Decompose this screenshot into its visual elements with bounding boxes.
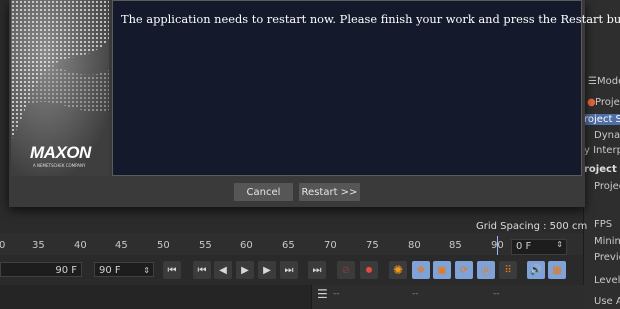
ruler-tick-label: 55 bbox=[199, 240, 212, 251]
stepper-icon[interactable]: ⇕ bbox=[143, 263, 150, 278]
restart-dialog: MAXON A NEMETSCHEK COMPANY The applicati… bbox=[9, 0, 620, 207]
current-frame-value: 0 F bbox=[516, 241, 532, 252]
attr-tab-project[interactable]: Project bbox=[595, 97, 620, 108]
attr-tab-dynamics[interactable]: Dynam bbox=[594, 130, 620, 141]
coord-placeholder: -- bbox=[493, 289, 500, 299]
playhead[interactable] bbox=[497, 236, 498, 257]
ruler-tick-label: 65 bbox=[282, 240, 295, 251]
sound-button[interactable]: 🔊 bbox=[527, 261, 545, 279]
attr-preview-label: Previe bbox=[594, 252, 620, 263]
restart-button[interactable]: Restart >> bbox=[299, 183, 360, 201]
mode-menu-icon[interactable]: ☰ bbox=[588, 76, 597, 87]
attr-level-label: Level o bbox=[594, 275, 620, 286]
keyframe-selection-button[interactable]: ✺ bbox=[389, 261, 407, 279]
current-frame-field[interactable]: 0 F ⇕ bbox=[511, 239, 567, 255]
menu-icon[interactable]: ☰ bbox=[317, 287, 328, 301]
previous-frame-button[interactable]: ◀ bbox=[214, 261, 232, 279]
restart-message: The application needs to restart now. Pl… bbox=[121, 12, 620, 26]
record-parameter-button[interactable]: Ⓟ bbox=[477, 261, 495, 279]
go-to-end-button[interactable]: ⏭ bbox=[308, 261, 326, 279]
maxon-logo-text: MAXON bbox=[30, 143, 91, 162]
record-pla-button[interactable]: ⠿ bbox=[499, 261, 517, 279]
attr-use-animation-label: Use An bbox=[594, 296, 620, 307]
attr-fps-label: FPS bbox=[594, 219, 613, 230]
coordinates-panel: ☰ bbox=[311, 285, 584, 309]
attr-row-project: Project bbox=[594, 181, 620, 192]
coord-placeholder: -- bbox=[412, 289, 419, 299]
go-to-start-button[interactable]: ⏮ bbox=[163, 261, 181, 279]
record-position-button[interactable]: ✥ bbox=[412, 261, 430, 279]
message-area: The application needs to restart now. Pl… bbox=[112, 0, 620, 176]
play-button[interactable]: ▶ bbox=[236, 261, 254, 279]
film-button[interactable]: ▦ bbox=[548, 261, 566, 279]
next-key-button[interactable]: ⏭ bbox=[280, 261, 298, 279]
attr-tab-project-settings[interactable]: roject Se bbox=[584, 114, 620, 125]
ruler-tick-label: 0 bbox=[0, 240, 6, 251]
ruler-tick-label: 70 bbox=[324, 240, 337, 251]
maxon-logo-panel: MAXON A NEMETSCHEK COMPANY bbox=[11, 0, 109, 176]
record-disabled-icon[interactable]: ⊘ bbox=[337, 261, 355, 279]
ruler-tick-label: 80 bbox=[408, 240, 421, 251]
ruler-tick-label: 60 bbox=[240, 240, 253, 251]
stepper-icon[interactable]: ⇕ bbox=[556, 240, 563, 249]
maxon-logo-subtext: A NEMETSCHEK COMPANY bbox=[33, 163, 86, 168]
record-scale-button[interactable]: ▣ bbox=[433, 261, 451, 279]
ruler-tick-label: 40 bbox=[74, 240, 87, 251]
mode-menu[interactable]: Mode bbox=[597, 76, 620, 87]
ruler-tick-label: 50 bbox=[157, 240, 170, 251]
record-rotation-button[interactable]: ⟳ bbox=[455, 261, 473, 279]
grid-spacing-label: Grid Spacing : 500 cm bbox=[476, 221, 588, 232]
end-frame-value: 90 F bbox=[99, 265, 121, 276]
previous-key-button[interactable]: ⏮ bbox=[193, 261, 211, 279]
ruler-tick-label: 35 bbox=[32, 240, 45, 251]
ruler-tick-label: 75 bbox=[366, 240, 379, 251]
attributes-panel: ☰ Mode ● Project roject Se Dynam y Inter… bbox=[583, 0, 620, 309]
coord-placeholder: -- bbox=[333, 289, 340, 299]
next-frame-button[interactable]: ▶ bbox=[258, 261, 276, 279]
ruler-tick-label: 45 bbox=[115, 240, 128, 251]
cancel-button[interactable]: Cancel bbox=[234, 183, 293, 201]
attr-tab-interpolation[interactable]: y Interp bbox=[584, 145, 620, 156]
end-frame-field[interactable]: 90 F ⇕ bbox=[94, 262, 154, 277]
start-frame-field[interactable]: 90 F bbox=[0, 262, 82, 277]
ruler-tick-label: 85 bbox=[449, 240, 462, 251]
attr-section-title: roject Se bbox=[584, 164, 620, 175]
record-button[interactable]: ⏺ bbox=[360, 261, 378, 279]
attr-minimum-label: Minim bbox=[594, 236, 620, 247]
